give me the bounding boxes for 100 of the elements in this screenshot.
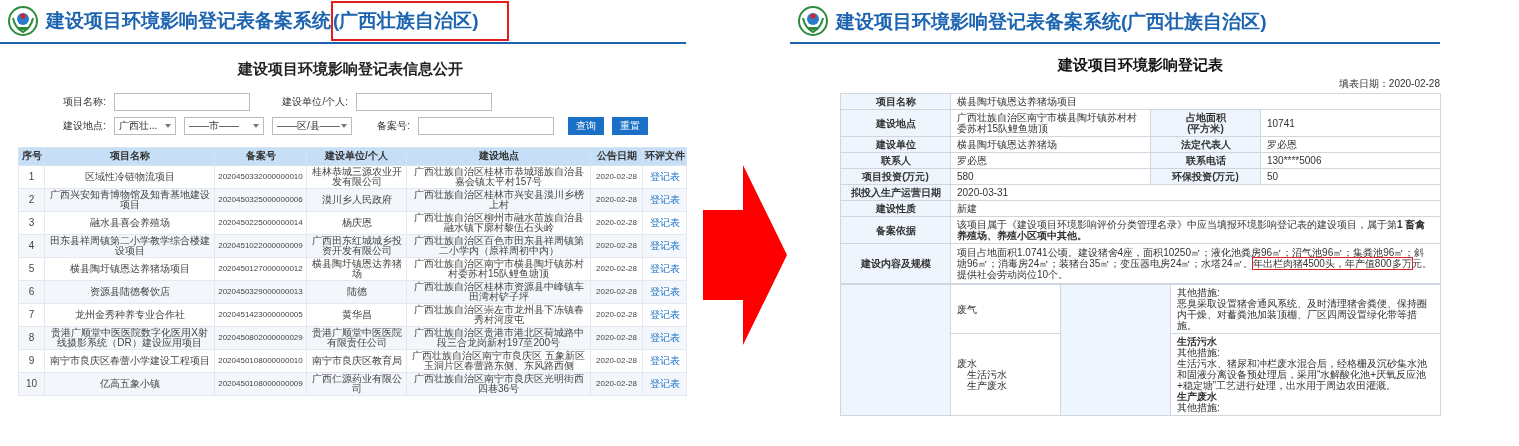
table-cell: 资源县陆德餐饮店 [89, 285, 170, 297]
field-label: 备案号: [376, 119, 410, 133]
column-header: 环评文件 [642, 147, 687, 165]
table-cell: 广西田东红城城乡投资开发有限公司 [311, 234, 402, 256]
table-cell: 2020450329000000013 [218, 287, 303, 296]
measure-text: 其他措施: [1177, 347, 1221, 358]
table-cell: 2020-02-28 [596, 264, 637, 273]
field-value: 罗必恩 [957, 155, 987, 166]
row-label: 建设性质 [875, 203, 916, 214]
row-label: 建设单位 [875, 139, 916, 150]
field-value: 广西壮族自治区南宁市横县陶圩镇苏村村委苏村15队鲤鱼塘顶 [957, 112, 1137, 134]
table-cell: 广西壮族自治区桂林市资源县中峰镇车田湾村铲子坪 [413, 280, 584, 302]
table-cell: 2020-02-28 [596, 356, 637, 365]
measure-text: 生活污水、猪尿和冲栏废水混合后，经格栅及沉砂集水池和固液分离设备预处理后，采用“水解酸化池+厌氧反应池+稳定塘”工艺进行处理，出水用于周边农田灌溉。 [1177, 358, 1428, 391]
measure-text: 生活污水 [1177, 336, 1218, 347]
table-cell: 2020451423000000005 [218, 310, 303, 319]
table-cell: 2020450108000000010 [218, 356, 303, 365]
caret-icon [165, 123, 171, 128]
pollutant-subtype: 生活污水 [967, 369, 1008, 380]
fill-date: 填表日期：2020-02-28 [1338, 78, 1440, 89]
row-label: 占地面积 (平方米) [1185, 112, 1226, 134]
row-label: 拟投入生产运营日期 [850, 187, 941, 198]
table-cell: 桂林恭城三源农业开发有限公司 [311, 165, 402, 187]
table-cell: 广西兴安知青博物馆及知青基地建设项目 [49, 188, 210, 210]
table-cell: 2020-02-28 [596, 241, 637, 250]
field-value: 横县陶圩镇恩达养猪场项目 [957, 96, 1077, 107]
table-cell: 2020-02-28 [596, 379, 637, 388]
measure-text: 生产废水 [1177, 391, 1218, 402]
measure-text: 恶臭采取设置猪舍通风系统、及时清理猪舍粪便、保持圈内干燥、对蓄粪池加装顶棚、厂区四周设置绿化带等措施。 [1177, 298, 1428, 331]
site-title: (广西壮族自治区) [331, 0, 509, 42]
table-cell: 广西壮族自治区南宁市横县陶圩镇苏村村委苏村15队鲤鱼塘顶 [413, 257, 584, 279]
table-cell: 广西壮族自治区百色市田东县祥周镇第二小学内（原祥周初中内） [413, 234, 584, 256]
table-cell: 2020-02-28 [596, 172, 637, 181]
emblem-icon [798, 6, 828, 36]
dropdown[interactable]: ——市—— [184, 116, 264, 135]
field-value: 10741 [1267, 117, 1295, 129]
search-button[interactable]: 查询 [568, 116, 604, 135]
input-field[interactable] [114, 92, 250, 111]
table-cell: 3 [28, 216, 35, 228]
table-cell: 10 [25, 377, 38, 389]
measure-text: 其他措施: [1177, 287, 1221, 298]
form-title: 建设项目环境影响登记表 [1057, 56, 1223, 74]
table-cell: 广西壮族自治区桂林市兴安县漠川乡榜上村 [413, 188, 584, 210]
table-cell: 4 [28, 239, 35, 251]
table-cell: 贵港广顺堂中医医院数字化医用X射线摄影系统（DR）建设应用项目 [51, 326, 208, 348]
dropdown[interactable]: ——区/县—— [272, 116, 352, 135]
row-label: 联系人 [880, 155, 911, 166]
row-label: 环保投资(万元) [1172, 171, 1239, 182]
table-cell: 南宁市良庆区教育局 [311, 354, 402, 366]
field-label: 建设单位/个人: [281, 95, 348, 109]
table-cell: 广西仁源药业有限公司 [311, 372, 402, 394]
search-button[interactable]: 重置 [612, 116, 648, 135]
field-label: 建设地点: [62, 119, 106, 133]
caret-icon [341, 123, 347, 128]
field-value: 130****5006 [1267, 155, 1322, 166]
table-cell: 2020450332000000010 [218, 172, 303, 181]
table-cell: 2020-02-28 [596, 195, 637, 204]
table-cell: 广西壮族自治区南宁市良庆区光明街西四巷36号 [413, 372, 584, 394]
table-cell: 1 [28, 170, 35, 182]
field-value: 罗必恩 [1267, 139, 1297, 150]
table-cell: 亿高五象小镇 [99, 377, 160, 389]
column-header: 序号 [18, 147, 45, 165]
emblem-icon [8, 6, 38, 36]
page-title: 建设项目环境影响登记表信息公开 [237, 59, 463, 79]
table-cell: 2020-02-28 [596, 310, 637, 319]
row-label: 项目投资(万元) [862, 171, 929, 182]
input-field[interactable] [418, 116, 554, 135]
row-label: 建设内容及规模 [860, 258, 931, 269]
input-field[interactable] [356, 92, 492, 111]
table-cell: 广西壮族自治区崇左市龙州县下冻镇春秀村河度屯 [413, 303, 584, 325]
table-cell: 2020450108000000009 [218, 379, 303, 388]
column-header: 建设单位/个人 [306, 147, 407, 165]
caret-icon [253, 123, 259, 128]
row-label: 法定代表人 [1180, 139, 1231, 150]
pollutant-subtype: 生产废水 [966, 380, 1008, 391]
table-cell: 2020450802000000029 [218, 333, 303, 342]
field-value: 2020-03-31 [957, 187, 1009, 198]
column-header: 项目名称 [44, 147, 215, 165]
table-cell: 南宁市良庆区春蕾小学建设工程项目 [49, 354, 210, 366]
table-cell: 陆德 [346, 285, 367, 297]
table-cell: 田东县祥周镇第二小学教学综合楼建设项目 [49, 234, 210, 256]
measure-text: 其他措施: [1177, 402, 1221, 413]
table-cell: 2020-02-28 [596, 218, 637, 227]
table-cell: 5 [28, 262, 35, 274]
table-cell: 广西壮族自治区柳州市融水苗族自治县融水镇下廓村黎伍石头岭 [413, 211, 584, 233]
field-value: 新建 [957, 203, 977, 214]
table-cell: 2020450225000000014 [218, 218, 303, 227]
table-cell: 广西壮族自治区桂林市恭城瑶族自治县嘉会镇太平村157号 [413, 165, 584, 187]
column-header: 建设地点 [406, 147, 591, 165]
table-cell: 7 [28, 308, 35, 320]
table-cell: 2020451022000000009 [218, 241, 303, 250]
dropdown[interactable]: 广西壮... [114, 116, 176, 135]
table-cell: 8 [28, 331, 35, 343]
table-cell: 2020450127000000012 [218, 264, 303, 273]
table-cell: 9 [28, 354, 35, 366]
table-cell: 2020450325000000006 [218, 195, 303, 204]
table-cell: 黄华昌 [341, 308, 372, 320]
field-value: 50 [1267, 171, 1279, 182]
row-label: 备案依据 [875, 224, 916, 236]
table-cell: 2020-02-28 [596, 287, 637, 296]
